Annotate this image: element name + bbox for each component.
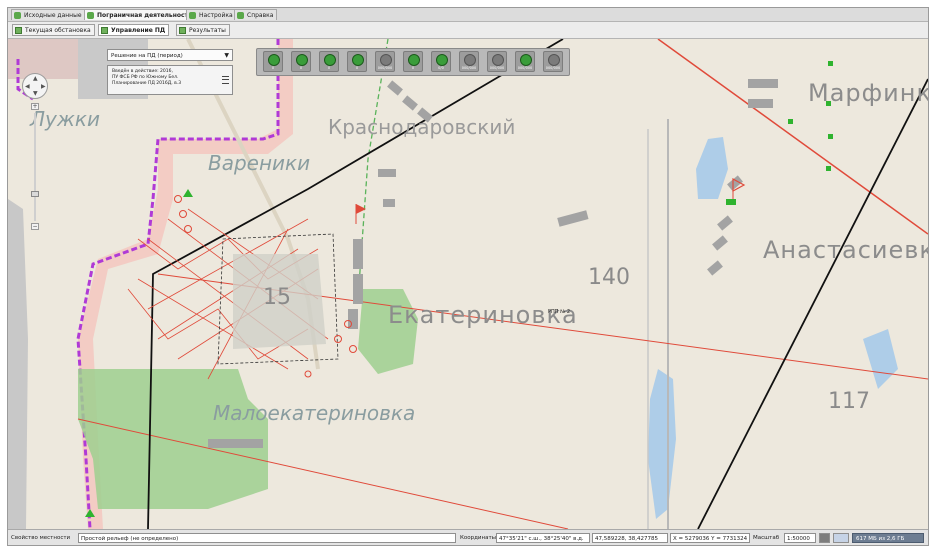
map-canvas	[8, 39, 928, 529]
subtab-icon	[101, 27, 108, 34]
decision-select-value: Решение на ПД (период)	[111, 53, 183, 59]
toolbar-button[interactable]: 000/000	[459, 51, 479, 72]
grid-number-15: 15	[263, 285, 291, 310]
memory-indicator: 617 МБ из 2,6 ГБ	[852, 533, 924, 543]
subtab-icon	[179, 27, 186, 34]
toolbar-button[interactable]: 000/000	[543, 51, 563, 72]
subtab-label: Текущая обстановка	[25, 27, 91, 34]
tab-label: Справка	[247, 12, 274, 19]
place-label-maloekaterinovka: Малоекатериновка	[213, 401, 416, 425]
terrain-value-field[interactable]: Простой рельеф (не определено)	[78, 533, 456, 543]
scale-field[interactable]: 1:50000	[784, 533, 816, 543]
subtab-label: Управление ПД	[111, 27, 166, 34]
circle-icon	[352, 54, 364, 66]
zoom-out-button[interactable]: −	[31, 223, 39, 230]
arrow-right-icon[interactable]: ▶	[41, 84, 46, 90]
toolbar-button[interactable]: 0	[291, 51, 311, 72]
circle-icon	[380, 54, 392, 66]
place-label-luzhki: Лужки	[30, 107, 100, 131]
zoom-in-button[interactable]: +	[31, 103, 39, 110]
coords-xy-field[interactable]: X = 5279036 Y = 7731324	[670, 533, 750, 543]
toolbar-button[interactable]: 0	[347, 51, 367, 72]
grid-number-140: 140	[588, 265, 630, 290]
circle-icon	[268, 54, 280, 66]
toolbar-button[interactable]: 0	[403, 51, 423, 72]
toolbar-button-label: 000/000	[545, 66, 561, 70]
toolbar-button-label: 000/000	[377, 66, 393, 70]
chevron-down-icon: ▼	[224, 52, 229, 59]
toolbar-button-label: 000/000	[461, 66, 477, 70]
app-window: Исходные данные Пограничная деятельность…	[7, 7, 929, 546]
layer-button[interactable]	[833, 533, 849, 543]
coords-label: Координаты	[460, 535, 497, 541]
toolbar-button[interactable]: 0	[319, 51, 339, 72]
menu-icon[interactable]	[222, 76, 229, 84]
map-mode-button[interactable]	[819, 533, 830, 543]
toolbar-button-label: 0	[355, 66, 359, 70]
circle-icon	[436, 54, 448, 66]
arrow-left-icon[interactable]: ◀	[25, 84, 30, 90]
subtab-current-situation[interactable]: Текущая обстановка	[12, 24, 95, 36]
toolbar-button-label: 000/000	[517, 66, 533, 70]
toolbar-button-label: 0	[271, 66, 275, 70]
rpp-label: РПП № 2	[548, 309, 571, 315]
circle-icon	[464, 54, 476, 66]
place-label-anastasievka: Анастасиевка	[763, 236, 928, 264]
subtab-pd-management[interactable]: Управление ПД	[98, 24, 170, 36]
coords-decimal-field[interactable]: 47,589228, 38,427785	[592, 533, 668, 543]
toolbar-button-label: 0	[327, 66, 331, 70]
circle-icon	[548, 54, 560, 66]
circle-icon	[408, 54, 420, 66]
toolbar-button[interactable]: 0/0	[431, 51, 451, 72]
tab-border-activity[interactable]: Пограничная деятельность	[84, 9, 196, 20]
tab-label: Пограничная деятельность	[97, 12, 192, 19]
tab-label: Настройка	[199, 12, 233, 19]
sub-tab-bar: Текущая обстановка Управление ПД Результ…	[8, 22, 928, 39]
arrow-down-icon[interactable]: ▼	[33, 91, 38, 97]
circle-icon	[492, 54, 504, 66]
tab-icon	[237, 12, 244, 19]
tab-label: Исходные данные	[24, 12, 82, 19]
decision-select[interactable]: Решение на ПД (период) ▼	[107, 49, 233, 61]
map-view[interactable]: Лужки Краснодаровский Вареники Екатерино…	[8, 39, 928, 529]
tab-icon	[189, 12, 196, 19]
place-label-ekaterinovka: Екатериновка	[388, 301, 578, 329]
grid-number-117: 117	[828, 389, 870, 414]
toolbar-button-label: 000/000	[489, 66, 505, 70]
subtab-icon	[15, 27, 22, 34]
pan-control[interactable]: ▲ ▼ ◀ ▶	[22, 73, 48, 99]
main-tab-bar: Исходные данные Пограничная деятельность…	[8, 8, 928, 22]
toolbar-button[interactable]: 000/000	[487, 51, 507, 72]
toolbar-button-label: 0	[411, 66, 415, 70]
toolbar-button-label: 0/0	[438, 66, 444, 70]
toolbar-button[interactable]: 0	[263, 51, 283, 72]
tab-help[interactable]: Справка	[234, 9, 278, 20]
tab-icon	[87, 12, 94, 19]
place-label-krasnodarovsky: Краснодаровский	[328, 115, 516, 139]
zoom-control: + −	[31, 103, 39, 233]
coords-degrees-field[interactable]: 47°35'21" с.ш., 38°25'40" в.д.	[496, 533, 590, 543]
subtab-label: Результаты	[189, 27, 226, 34]
arrow-up-icon[interactable]: ▲	[33, 76, 38, 82]
zoom-slider-handle[interactable]	[31, 191, 39, 197]
place-label-vareniki: Вареники	[208, 151, 311, 175]
terrain-label: Свойство местности	[11, 535, 71, 541]
info-panel: Введён в действие: 2016, ПУ ФСБ РФ по Юж…	[107, 65, 233, 95]
status-bar: Свойство местности Простой рельеф (не оп…	[8, 529, 928, 545]
subtab-results[interactable]: Результаты	[176, 24, 230, 36]
circle-icon	[324, 54, 336, 66]
toolbar-button-label: 0	[299, 66, 303, 70]
tab-source-data[interactable]: Исходные данные	[11, 9, 86, 20]
circle-icon	[520, 54, 532, 66]
tab-icon	[14, 12, 21, 19]
circle-icon	[296, 54, 308, 66]
tab-settings[interactable]: Настройка	[186, 9, 237, 20]
toolbar-button[interactable]: 000/000	[515, 51, 535, 72]
info-line: Планирование ПД 2016Д, в.3	[112, 81, 182, 86]
zoom-track[interactable]	[34, 113, 36, 221]
toolbar-button[interactable]: 000/000	[375, 51, 395, 72]
map-toolbar: 0 0 0 0 000/000 0 0/0 000/000 000/000 00…	[256, 48, 570, 76]
scale-label: Масштаб	[753, 535, 780, 541]
place-label-marfinka: Марфинка	[808, 79, 928, 107]
